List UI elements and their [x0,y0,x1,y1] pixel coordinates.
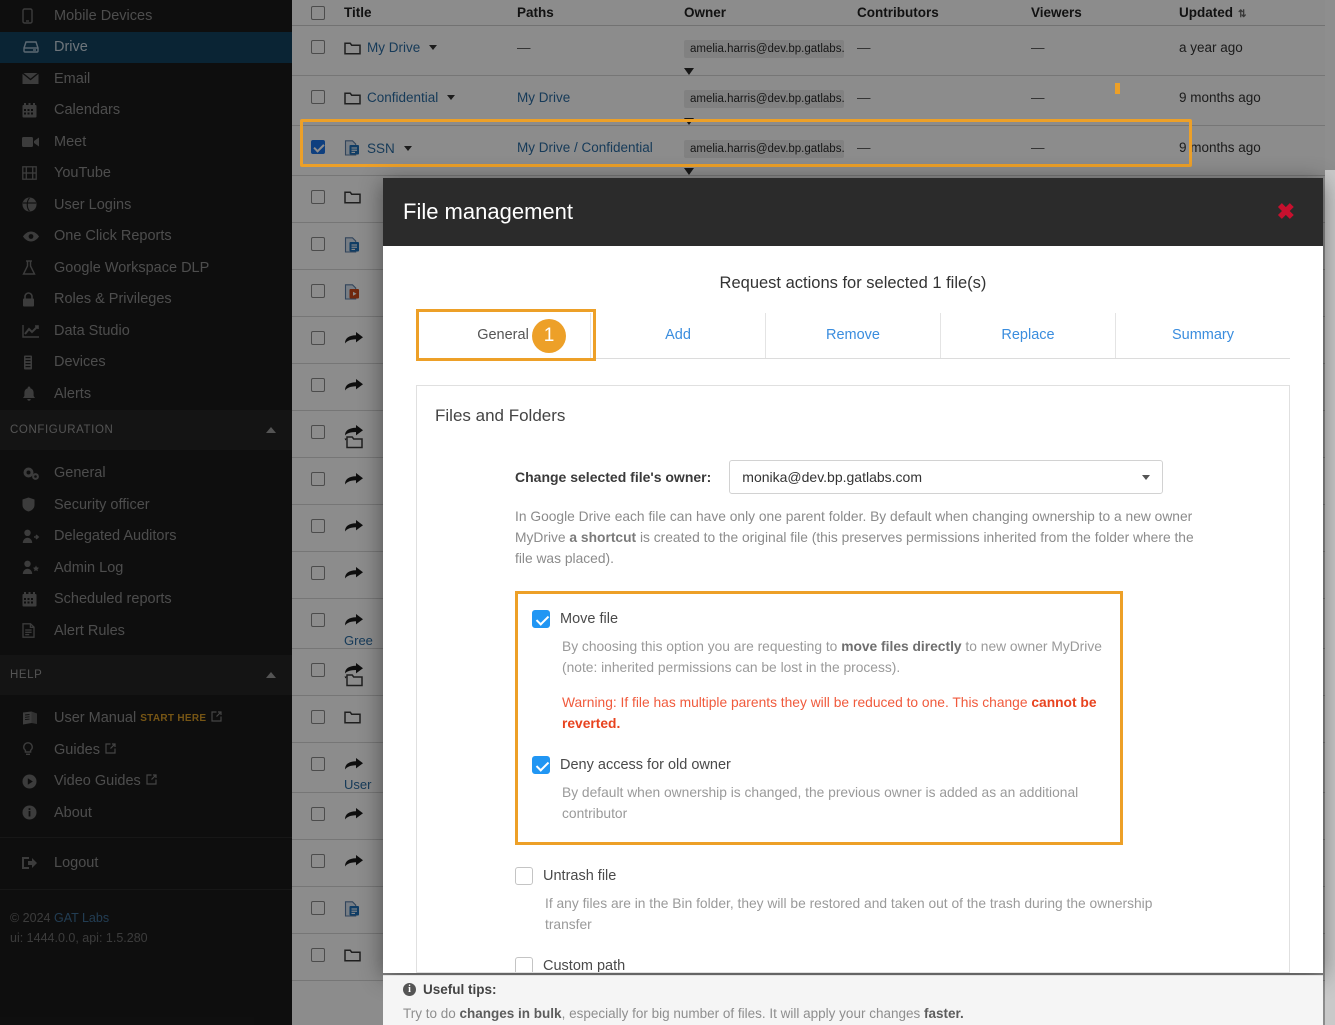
tab-label: Remove [826,327,880,343]
owner-helper-text: In Google Drive each file can have only … [515,506,1201,569]
app-root: Mobile Devices Drive Email Calendars Meet You… [0,0,1335,1025]
dialog-body: Request actions for selected 1 file(s) G… [383,246,1323,973]
useful-tips-heading-label: Useful tips: [423,982,497,997]
scrollbar-thumb[interactable] [1325,0,1335,170]
tab-general[interactable]: General 1 [416,313,591,358]
option-untrash-file: Untrash file If any files are in the Bin… [515,867,1155,935]
chevron-down-icon [1142,474,1151,480]
tips-bold2: faster. [924,1006,964,1021]
tab-label: Replace [1001,327,1055,343]
custom-path-checkbox[interactable] [515,957,533,972]
move-file-desc-part1: By choosing this option you are requesti… [562,639,842,654]
overlay-left [0,0,292,1025]
highlighted-options-box: Move file By choosing this option you ar… [515,591,1123,845]
viewers-marker-dot [1115,83,1120,94]
tab-remove[interactable]: Remove [766,313,941,358]
owner-row: Change selected file's owner: monika@dev… [515,460,1271,494]
page-scrollbar[interactable] [1325,0,1335,1025]
dialog-tabs: General 1 Add Remove Replace Summary [416,309,1290,361]
option-move-file-head[interactable]: Move file [532,610,1102,628]
move-file-warning-part1: Warning: If file has multiple parents th… [562,695,1032,710]
tab-step-badge: 1 [532,319,566,353]
option-untrash-head[interactable]: Untrash file [515,867,1155,885]
helper-bold: a shortcut [569,530,637,545]
tab-label: Add [665,327,691,343]
tab-label: Summary [1171,327,1235,343]
file-management-dialog: File management ✖ Request actions for se… [383,178,1323,973]
option-custom-path-head[interactable]: Custom path [515,957,1155,973]
tab-label: General [477,327,529,343]
dialog-title: File management [403,199,573,224]
tab-summary[interactable]: Summary [1116,313,1290,358]
useful-tips-heading: i Useful tips: [403,982,1303,997]
tips-part2: , especially for big number of files. It… [561,1006,924,1021]
owner-label: Change selected file's owner: [515,469,712,485]
info-icon: i [403,983,416,996]
custom-path-label: Custom path [543,958,626,973]
owner-select[interactable]: monika@dev.bp.gatlabs.com [729,460,1164,494]
tab-replace[interactable]: Replace [941,313,1116,358]
untrash-file-description: If any files are in the Bin folder, they… [545,896,1153,932]
move-file-label: Move file [560,611,619,627]
request-summary-text: Request actions for selected 1 file(s) [719,274,987,292]
deny-access-checkbox[interactable] [532,756,550,774]
tab-add[interactable]: Add [591,313,766,358]
move-file-desc-bold: move files directly [841,639,962,654]
untrash-file-checkbox[interactable] [515,867,533,885]
panel-title: Files and Folders [435,406,566,425]
option-custom-path: Custom path Custom folder path for the f… [515,957,1155,973]
close-icon[interactable]: ✖ [1277,201,1295,223]
dialog-header: File management ✖ [383,178,1323,246]
general-panel: Files and Folders Change selected file's… [416,385,1290,973]
owner-select-value: monika@dev.bp.gatlabs.com [742,469,922,485]
move-file-checkbox[interactable] [532,610,550,628]
move-file-warning: Warning: If file has multiple parents th… [562,692,1102,734]
option-deny-access: Deny access for old owner By default whe… [532,756,1102,824]
useful-tips-body: Try to do changes in bulk, especially fo… [403,1006,1303,1021]
untrash-file-label: Untrash file [543,868,617,884]
option-deny-access-head[interactable]: Deny access for old owner [532,756,1102,774]
tips-part1: Try to do [403,1006,460,1021]
tips-bold1: changes in bulk [459,1006,562,1021]
useful-tips-bar: i Useful tips: Try to do changes in bulk… [383,975,1323,1025]
deny-access-description: By default when ownership is changed, th… [562,785,1079,821]
deny-access-label: Deny access for old owner [560,757,731,773]
option-move-file: Move file By choosing this option you ar… [532,610,1102,734]
option-spacer [532,734,1102,756]
move-file-description: By choosing this option you are requesti… [562,636,1102,678]
